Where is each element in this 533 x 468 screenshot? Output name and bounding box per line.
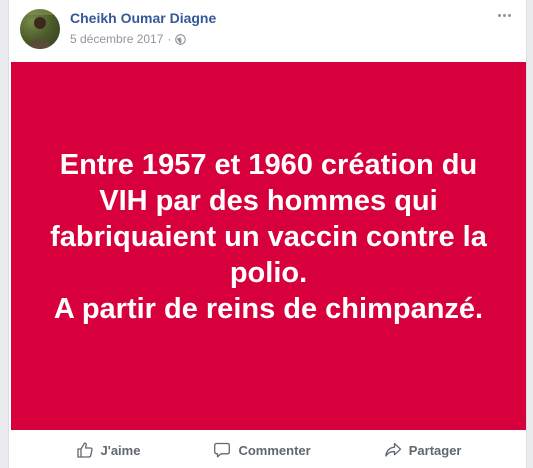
post-meta: 5 décembre 2017 · — [70, 32, 187, 46]
comment-label: Commenter — [238, 442, 311, 458]
share-button[interactable]: Partager — [384, 441, 462, 459]
like-label: J'aime — [100, 442, 141, 458]
share-icon — [384, 442, 401, 457]
post-date[interactable]: 5 décembre 2017 — [70, 32, 163, 46]
avatar[interactable] — [20, 9, 60, 49]
like-button[interactable]: J'aime — [76, 441, 141, 459]
post-card: Cheikh Oumar Diagne 5 décembre 2017 · En… — [8, 0, 527, 468]
author-name[interactable]: Cheikh Oumar Diagne — [70, 10, 216, 26]
colored-status-background: Entre 1957 et 1960 création du VIH par d… — [11, 62, 526, 430]
more-options-icon[interactable] — [494, 8, 514, 22]
comment-button[interactable]: Commenter — [213, 441, 311, 459]
post-actions-bar: J'aime Commenter Partager — [9, 432, 528, 468]
globe-icon[interactable] — [175, 33, 187, 45]
comment-icon — [214, 442, 231, 458]
meta-separator: · — [167, 32, 172, 46]
share-label: Partager — [408, 442, 462, 458]
status-text: Entre 1957 et 1960 création du VIH par d… — [50, 149, 487, 325]
like-icon — [76, 442, 93, 458]
